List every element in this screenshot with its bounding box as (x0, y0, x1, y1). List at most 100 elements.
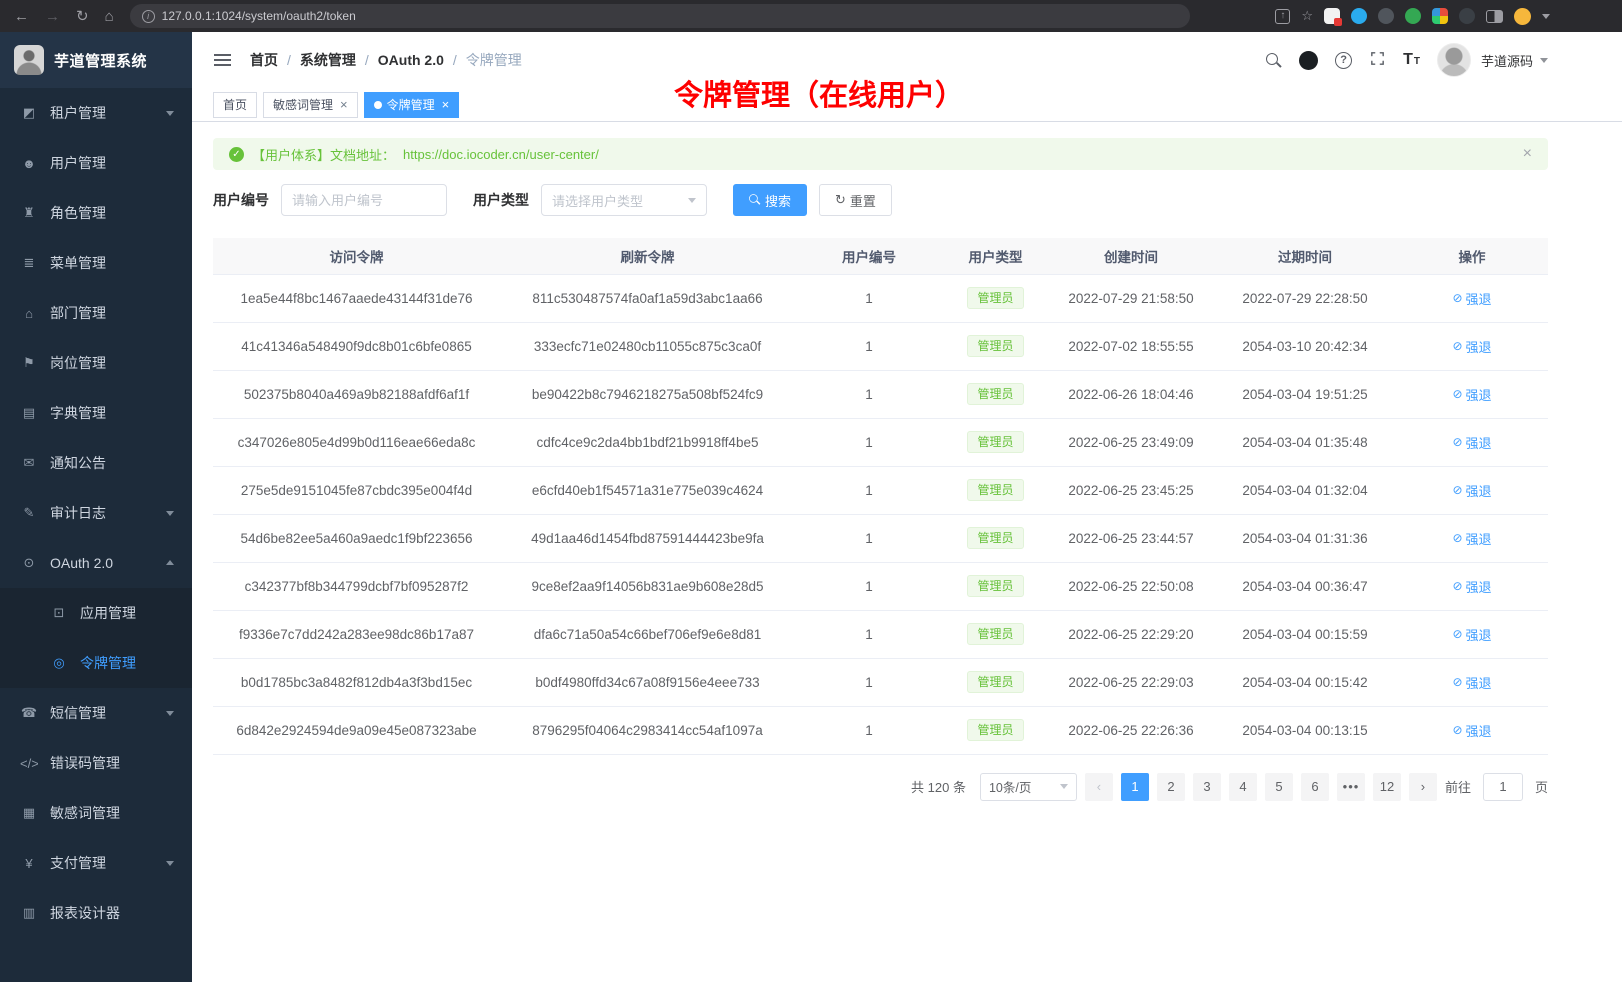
tab-token-management[interactable]: 令牌管理 × (364, 92, 460, 118)
force-logout-button[interactable]: ⊘强退 (1452, 577, 1491, 596)
sidebar-item-tenant[interactable]: ◩ 租户管理 (0, 88, 192, 138)
page-button[interactable]: 4 (1229, 773, 1257, 801)
refresh-icon: ↻ (835, 192, 846, 208)
tab-sensitive-word[interactable]: 敏感词管理 × (263, 92, 358, 118)
user-name[interactable]: 芋道源码 (1481, 51, 1533, 70)
force-logout-button[interactable]: ⊘强退 (1452, 433, 1491, 452)
force-logout-button[interactable]: ⊘强退 (1452, 625, 1491, 644)
column-actions: 操作 (1396, 238, 1548, 274)
sidebar-item-dictionary[interactable]: ▤ 字典管理 (0, 388, 192, 438)
tab-home[interactable]: 首页 (213, 92, 257, 118)
sidebar-item-report-designer[interactable]: ▥ 报表设计器 (0, 888, 192, 938)
share-icon[interactable]: ↑ (1275, 9, 1290, 24)
force-logout-button[interactable]: ⊘强退 (1452, 289, 1491, 308)
delete-icon: ⊘ (1452, 387, 1462, 401)
sidebar-item-label: 通知公告 (50, 453, 106, 473)
browser-sidebar-icon[interactable] (1486, 10, 1503, 23)
back-icon[interactable]: ← (14, 8, 29, 25)
page-button[interactable]: 5 (1265, 773, 1293, 801)
extension-icon-2[interactable] (1351, 8, 1367, 24)
page-button[interactable]: 12 (1373, 773, 1401, 801)
site-info-icon[interactable]: i (142, 10, 155, 23)
access-token-cell: c342377bf8b344799dcbf7bf095287f2 (213, 562, 500, 610)
extension-icon-3[interactable] (1378, 8, 1394, 24)
github-icon[interactable] (1299, 51, 1318, 70)
doc-link[interactable]: https://doc.iocoder.cn/user-center/ (403, 147, 599, 162)
sidebar-item-menu[interactable]: ≣ 菜单管理 (0, 238, 192, 288)
page-button[interactable]: 2 (1157, 773, 1185, 801)
page-button[interactable]: 6 (1301, 773, 1329, 801)
search-icon[interactable] (1265, 52, 1282, 69)
force-logout-button[interactable]: ⊘强退 (1452, 481, 1491, 500)
close-icon[interactable]: × (1523, 146, 1532, 162)
close-icon[interactable]: × (340, 98, 348, 111)
page-content: ✓ 【用户体系】文档地址： https://doc.iocoder.cn/use… (192, 122, 1622, 801)
collapse-sidebar-icon[interactable] (210, 48, 234, 72)
reload-icon[interactable]: ↻ (76, 7, 89, 25)
created-time-cell: 2022-07-29 21:58:50 (1048, 274, 1214, 322)
force-logout-button[interactable]: ⊘强退 (1452, 385, 1491, 404)
sidebar-item-role[interactable]: ♜ 角色管理 (0, 188, 192, 238)
force-logout-button[interactable]: ⊘强退 (1452, 529, 1491, 548)
table-header-row: 访问令牌 刷新令牌 用户编号 用户类型 创建时间 过期时间 操作 (213, 238, 1548, 274)
sidebar-item-department[interactable]: ⌂ 部门管理 (0, 288, 192, 338)
sidebar-item-label: 用户管理 (50, 153, 106, 173)
forward-icon[interactable]: → (45, 8, 60, 25)
browser-profile-avatar[interactable] (1514, 8, 1531, 25)
expire-time-cell: 2054-03-04 01:35:48 (1214, 418, 1396, 466)
user-id-input[interactable] (281, 184, 447, 216)
font-size-icon[interactable]: TT (1403, 51, 1420, 69)
sidebar-item-error-code[interactable]: </> 错误码管理 (0, 738, 192, 788)
sidebar-item-post[interactable]: ⚑ 岗位管理 (0, 338, 192, 388)
user-id-cell: 1 (795, 418, 943, 466)
sidebar-item-oauth[interactable]: ⊙ OAuth 2.0 (0, 538, 192, 588)
force-logout-button[interactable]: ⊘强退 (1452, 337, 1491, 356)
close-icon[interactable]: × (442, 98, 450, 111)
column-expire-time: 过期时间 (1214, 238, 1396, 274)
sidebar-item-user[interactable]: ☻ 用户管理 (0, 138, 192, 188)
sidebar-subitem-token-management[interactable]: ◎ 令牌管理 (0, 638, 192, 688)
breadcrumb-system[interactable]: 系统管理 (300, 50, 356, 70)
search-button[interactable]: 搜索 (733, 184, 807, 216)
sidebar-item-sensitive-word[interactable]: ▦ 敏感词管理 (0, 788, 192, 838)
url-bar[interactable]: i 127.0.0.1:1024/system/oauth2/token (130, 4, 1190, 28)
user-type-select[interactable]: 请选择用户类型 (541, 184, 707, 216)
user-type-tag: 管理员 (967, 383, 1023, 405)
next-page-button[interactable]: › (1409, 773, 1437, 801)
goto-page-input[interactable] (1483, 773, 1523, 801)
user-avatar[interactable] (1437, 43, 1471, 77)
page-button[interactable]: ••• (1337, 773, 1365, 801)
user-type-cell: 管理员 (943, 322, 1048, 370)
sidebar-item-payment[interactable]: ¥ 支付管理 (0, 838, 192, 888)
browser-menu-chevron-icon[interactable] (1542, 14, 1550, 23)
prev-page-button[interactable]: ‹ (1085, 773, 1113, 801)
page-buttons: 1 2 3 4 5 6 ••• 12 (1121, 773, 1401, 801)
sidebar-item-notice[interactable]: ✉ 通知公告 (0, 438, 192, 488)
expire-time-cell: 2054-03-04 00:15:42 (1214, 658, 1396, 706)
breadcrumb-home[interactable]: 首页 (250, 50, 278, 70)
bookmark-star-icon[interactable]: ☆ (1301, 8, 1313, 24)
user-type-cell: 管理员 (943, 610, 1048, 658)
extension-icon-1[interactable] (1324, 8, 1340, 24)
breadcrumb-oauth[interactable]: OAuth 2.0 (378, 52, 444, 68)
force-logout-button[interactable]: ⊘强退 (1452, 673, 1491, 692)
sidebar-item-sms[interactable]: ☎ 短信管理 (0, 688, 192, 738)
sidebar-item-audit-log[interactable]: ✎ 审计日志 (0, 488, 192, 538)
sidebar-item-label: 审计日志 (50, 503, 106, 523)
home-icon[interactable]: ⌂ (105, 8, 114, 25)
sidebar-subitem-app-management[interactable]: ⊡ 应用管理 (0, 588, 192, 638)
fullscreen-icon[interactable] (1369, 50, 1386, 70)
created-time-cell: 2022-06-25 22:26:36 (1048, 706, 1214, 754)
page-button[interactable]: 3 (1193, 773, 1221, 801)
action-cell: ⊘强退 (1396, 322, 1548, 370)
extension-icon-5[interactable] (1459, 8, 1475, 24)
user-menu-chevron-icon[interactable] (1540, 58, 1548, 67)
sidebar-menu: ◩ 租户管理 ☻ 用户管理 ♜ 角色管理 ≣ 菜单管理 ⌂ 部门管理 ⚑ (0, 88, 192, 938)
force-logout-button[interactable]: ⊘强退 (1452, 721, 1491, 740)
page-button[interactable]: 1 (1121, 773, 1149, 801)
extensions-puzzle-icon[interactable] (1432, 8, 1448, 24)
help-icon[interactable]: ? (1335, 52, 1352, 69)
reset-button[interactable]: ↻ 重置 (819, 184, 892, 216)
page-size-select[interactable]: 10条/页 (980, 773, 1077, 801)
extension-icon-4[interactable] (1405, 8, 1421, 24)
